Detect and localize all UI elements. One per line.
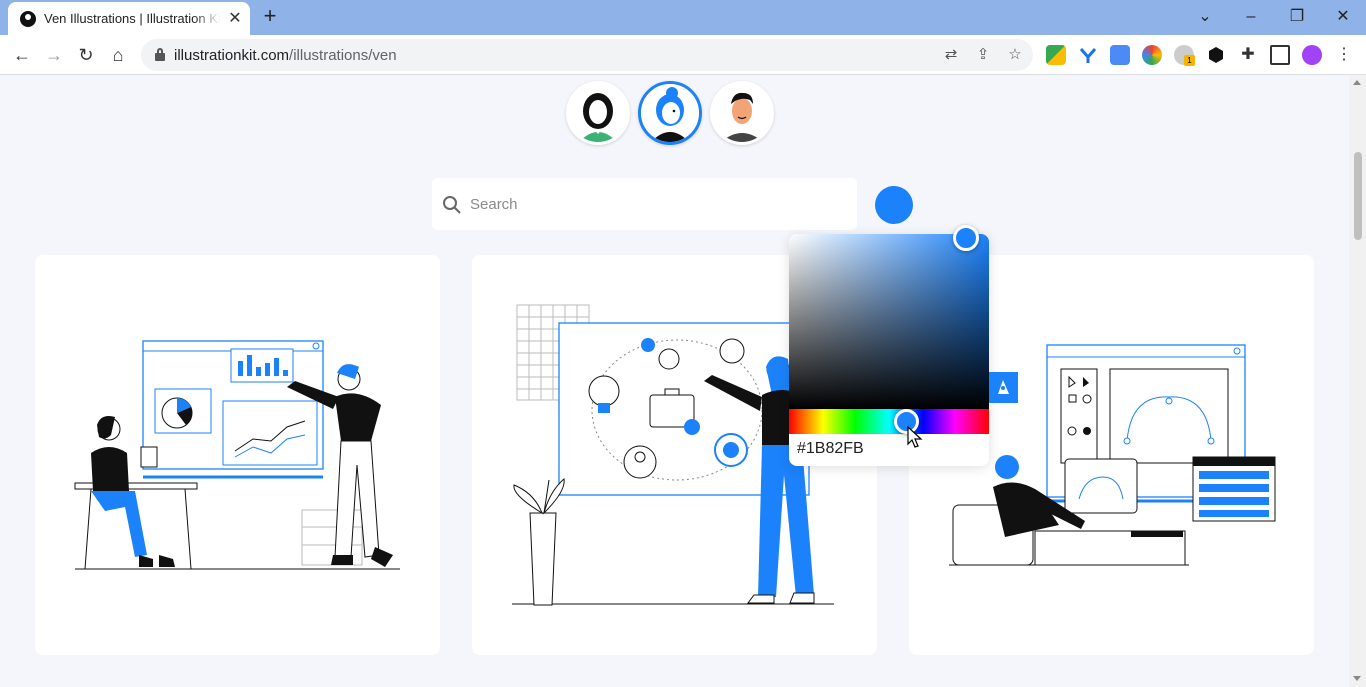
color-swatch-button[interactable] <box>875 186 913 224</box>
illustration-image <box>74 340 400 570</box>
extension-y-icon[interactable] <box>1078 45 1098 65</box>
hex-value[interactable]: #1B82FB <box>797 440 864 458</box>
tab-title: Ven Illustrations | Illustration Kit <box>44 11 220 26</box>
reload-icon[interactable]: ↻ <box>72 41 100 69</box>
tab-search-button[interactable]: ⌄ <box>1182 4 1228 30</box>
page-scrollbar[interactable] <box>1349 76 1366 687</box>
avatar-woman-green[interactable] <box>566 81 630 145</box>
new-tab-button[interactable]: + <box>258 5 282 29</box>
share-icon[interactable]: ⇪ <box>973 45 993 65</box>
extension-hex-icon[interactable] <box>1206 45 1226 65</box>
restore-button[interactable]: ❐ <box>1274 4 1320 30</box>
lock-icon[interactable] <box>155 48 165 61</box>
profile-avatar[interactable] <box>1302 45 1322 65</box>
url-text: illustrationkit.com/illustrations/ven <box>174 47 397 64</box>
search-box <box>432 178 857 230</box>
translate-icon[interactable]: ⇄ <box>941 45 961 65</box>
forward-icon[interactable]: → <box>40 41 68 69</box>
avatar-woman-blue-bun[interactable] <box>638 81 702 145</box>
search-icon <box>443 196 461 214</box>
tab-active[interactable]: Ven Illustrations | Illustration Kit ✕ <box>8 2 250 35</box>
scroll-up-icon[interactable] <box>1353 80 1361 85</box>
search-input[interactable] <box>470 178 850 230</box>
color-picker-popover: #1B82FB <box>789 225 989 466</box>
star-icon[interactable]: ☆ <box>1005 45 1025 65</box>
back-icon[interactable]: ← <box>8 41 36 69</box>
extension-color-icon[interactable] <box>1142 45 1162 65</box>
favicon-icon <box>20 10 36 27</box>
scroll-down-icon[interactable] <box>1353 676 1361 681</box>
illustration-card-meeting[interactable] <box>35 255 440 655</box>
sidepanel-icon[interactable] <box>1270 45 1290 65</box>
extension-badge-icon[interactable]: 1 <box>1174 45 1195 66</box>
address-bar[interactable]: illustrationkit.com/illustrations/ven ⇄ … <box>141 39 1033 71</box>
tab-strip: Ven Illustrations | Illustration Kit ✕ +… <box>0 0 1366 35</box>
saturation-handle[interactable] <box>953 225 979 251</box>
hue-slider[interactable] <box>789 409 989 434</box>
close-window-button[interactable]: ✕ <box>1320 4 1366 30</box>
mouse-cursor-icon <box>907 426 923 448</box>
extension-sheets-icon[interactable] <box>1046 45 1066 65</box>
pen-tool-icon <box>989 372 1018 403</box>
extension-blue-icon[interactable] <box>1110 45 1130 65</box>
scroll-thumb[interactable] <box>1354 152 1362 240</box>
minimize-button[interactable]: – <box>1228 4 1274 30</box>
menu-icon[interactable]: ⋮ <box>1334 45 1354 65</box>
tab-close-icon[interactable]: ✕ <box>226 10 244 28</box>
page-content: #1B82FB <box>0 76 1366 687</box>
browser-toolbar: ← → ↻ ⌂ illustrationkit.com/illustration… <box>0 35 1366 75</box>
saturation-area[interactable] <box>789 234 989 409</box>
home-icon[interactable]: ⌂ <box>104 41 132 69</box>
avatar-man-dark[interactable] <box>710 81 774 145</box>
extensions-icon[interactable]: ✚ <box>1238 45 1258 65</box>
